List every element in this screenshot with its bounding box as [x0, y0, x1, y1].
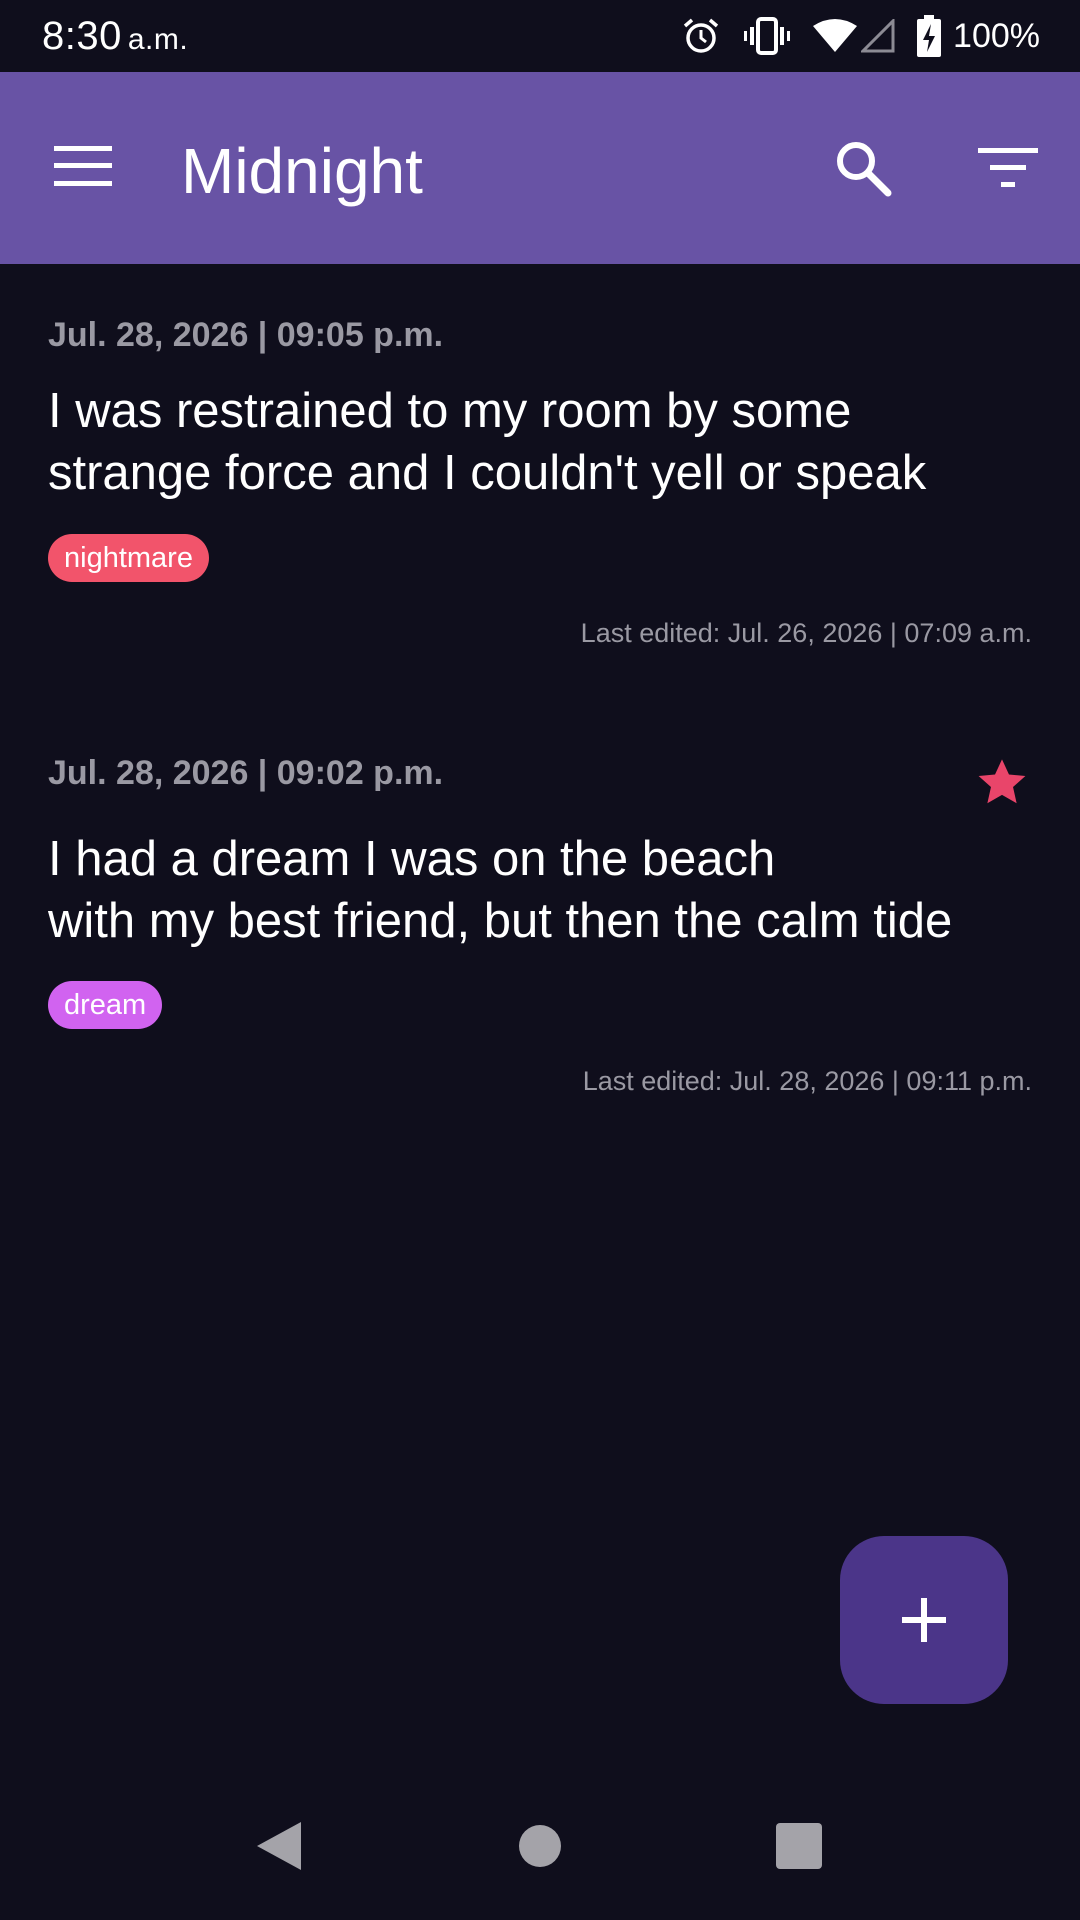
entry-preview-text: I was restrained to my room by some stra… — [48, 380, 1033, 504]
add-entry-button[interactable] — [840, 1536, 1008, 1704]
entry-preview-line: with my best friend, but then the calm t… — [48, 894, 953, 948]
plus-icon — [902, 1598, 946, 1642]
wifi-icon — [813, 19, 858, 52]
entry-date: Jul. 28, 2026 | 09:02 p.m. — [48, 754, 444, 792]
battery-charging-icon — [917, 15, 942, 57]
status-bar: 8:30 a.m. 100% — [0, 0, 1080, 72]
vibrate-icon — [744, 17, 791, 55]
app-title: Midnight — [181, 135, 423, 207]
menu-button[interactable] — [54, 142, 112, 190]
back-icon[interactable] — [255, 1820, 303, 1872]
entry-preview-line: strange force and I couldn't yell or spe… — [48, 446, 927, 500]
app-bar: Midnight — [0, 72, 1080, 264]
filter-icon — [978, 148, 1038, 187]
status-icons: 100% — [659, 14, 1040, 58]
status-time: 8:30 a.m. — [42, 14, 188, 59]
dream-entry[interactable]: Jul. 28, 2026 | 09:05 p.m. I was restrai… — [0, 300, 1080, 660]
cell-signal-icon — [861, 19, 895, 53]
entry-preview-line: I had a dream I was on the beach — [48, 832, 776, 886]
menu-icon — [54, 146, 112, 186]
status-time-ampm: a.m. — [127, 23, 189, 56]
recents-icon[interactable] — [776, 1823, 822, 1869]
star-icon[interactable] — [975, 756, 1029, 810]
status-time-value: 8:30 — [42, 14, 122, 58]
entry-date: Jul. 28, 2026 | 09:05 p.m. — [48, 316, 444, 354]
tag-chip-nightmare[interactable]: nightmare — [48, 534, 209, 582]
home-icon[interactable] — [517, 1823, 563, 1869]
search-icon — [837, 142, 892, 197]
entry-preview-text: I had a dream I was on the beach with my… — [48, 828, 1033, 952]
search-button[interactable] — [833, 138, 893, 198]
battery-percentage: 100% — [953, 16, 1040, 55]
entry-preview-line: I was restrained to my room by some — [48, 384, 852, 438]
last-edited-text: Last edited: Jul. 28, 2026 | 09:11 p.m. — [582, 1066, 1032, 1096]
alarm-icon — [683, 18, 719, 53]
filter-button[interactable] — [978, 146, 1038, 190]
dream-entry[interactable]: Jul. 28, 2026 | 09:02 p.m. I had a dream… — [0, 738, 1080, 1098]
tag-chip-dream[interactable]: dream — [48, 981, 163, 1029]
navigation-bar — [0, 1776, 1080, 1920]
last-edited-text: Last edited: Jul. 26, 2026 | 07:09 a.m. — [580, 618, 1032, 648]
